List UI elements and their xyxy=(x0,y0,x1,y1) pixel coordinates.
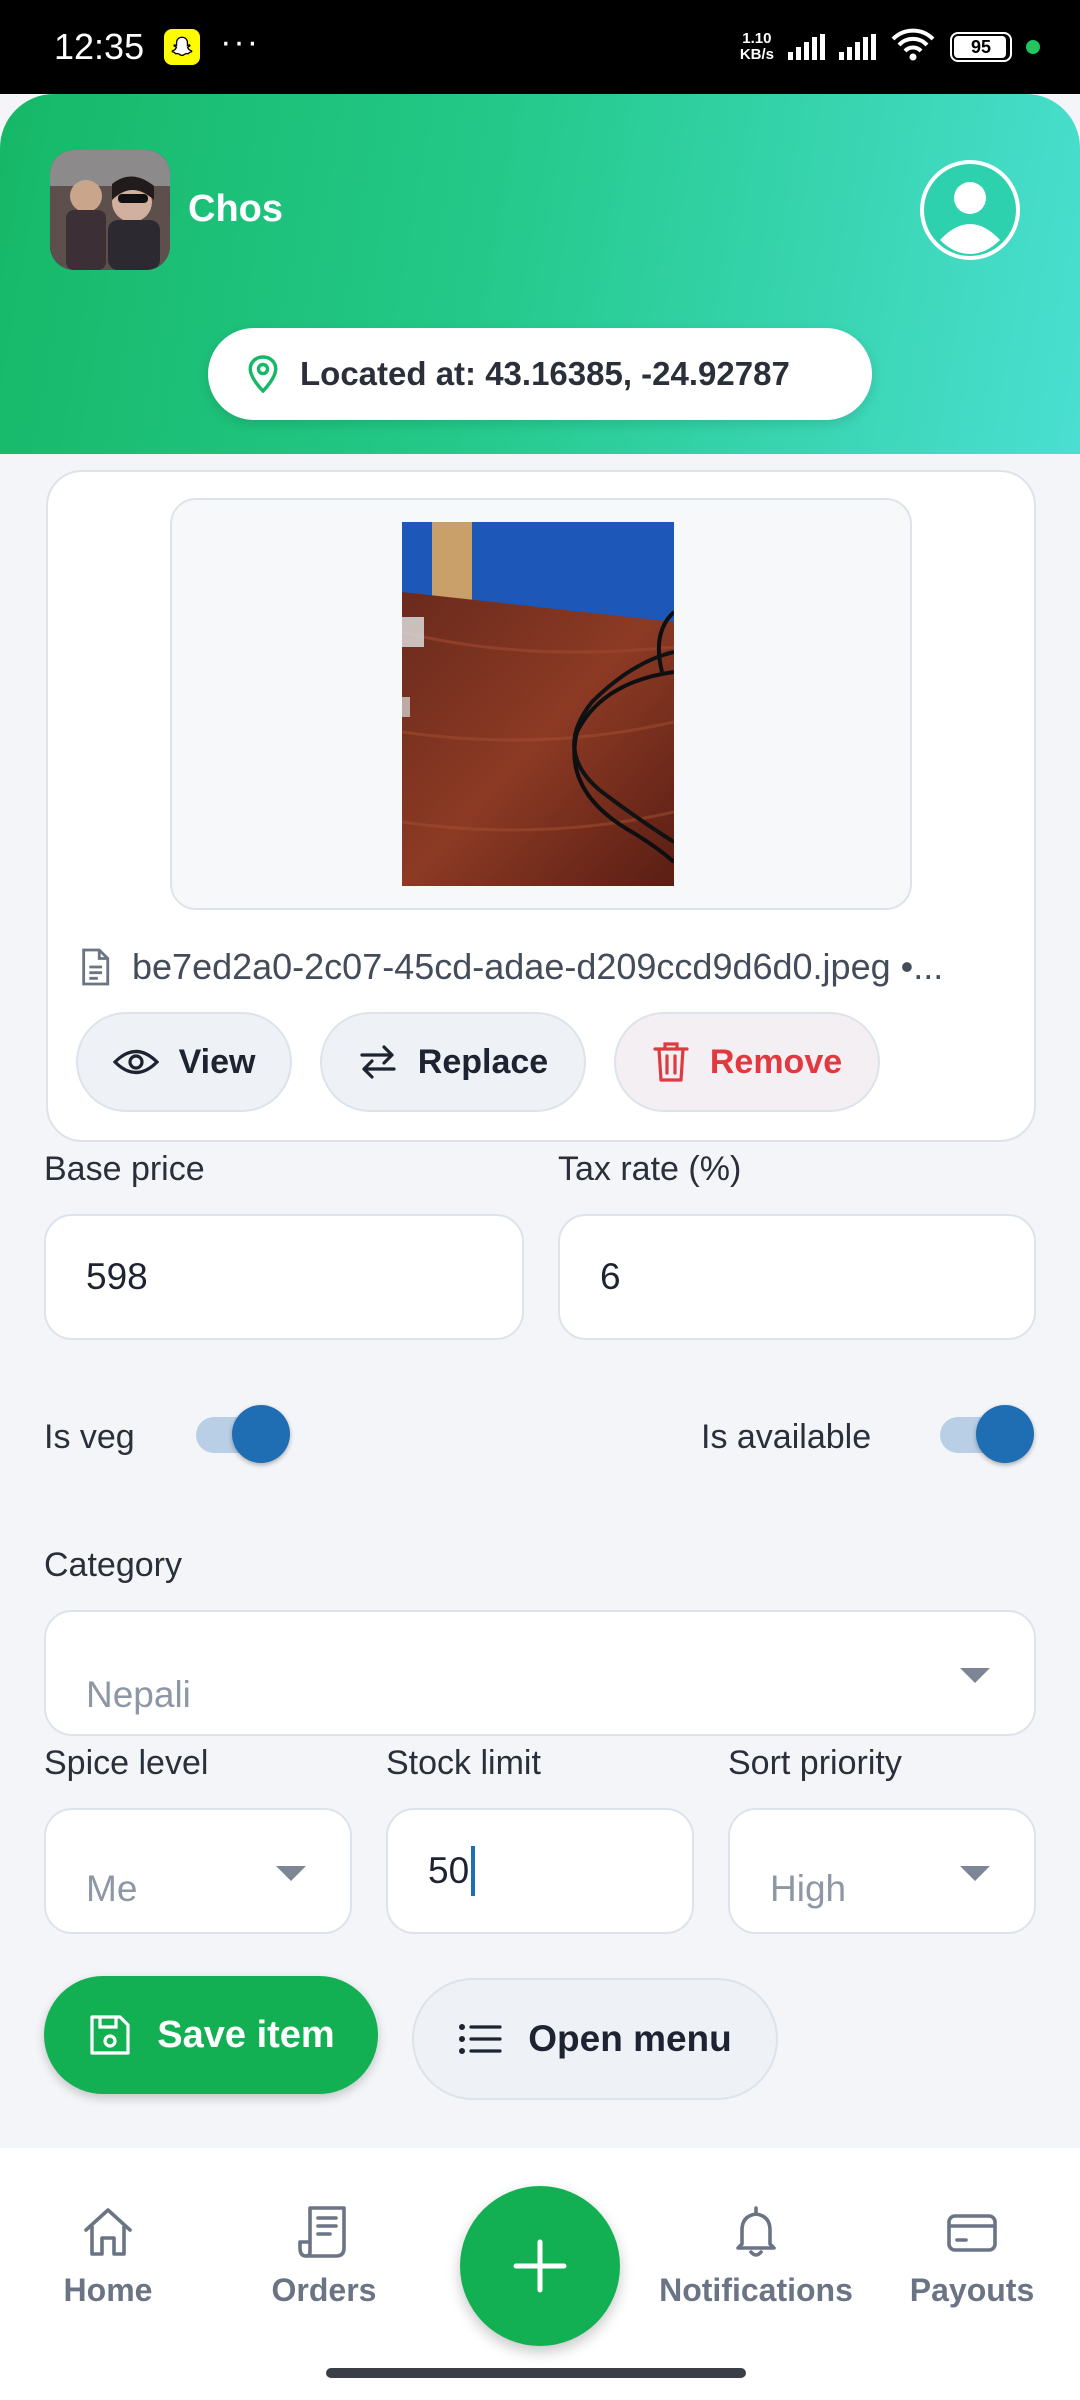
base-price-input[interactable]: 598 xyxy=(44,1214,524,1340)
item-photo[interactable] xyxy=(402,522,674,886)
location-pill[interactable]: Located at: 43.16385, -24.92787 xyxy=(208,328,872,420)
nav-payouts[interactable]: Payouts xyxy=(872,2204,1072,2309)
spice-level-label: Spice level xyxy=(44,1744,209,1782)
is-available-label: Is available xyxy=(701,1418,872,1456)
chevron-down-icon xyxy=(960,1668,990,1683)
file-name: be7ed2a0-2c07-45cd-adae-d209ccd9d6d0.jpe… xyxy=(132,946,944,987)
base-price-label: Base price xyxy=(44,1150,205,1188)
location-text: Located at: 43.16385, -24.92787 xyxy=(300,355,790,392)
image-preview-frame xyxy=(170,498,912,910)
is-available-toggle-knob xyxy=(976,1405,1034,1463)
category-value: Nepali xyxy=(86,1674,191,1715)
is-veg-label: Is veg xyxy=(44,1418,135,1456)
is-veg-toggle[interactable] xyxy=(196,1405,290,1465)
replace-button[interactable]: Replace xyxy=(320,1012,586,1112)
sort-priority-value: High xyxy=(770,1868,847,1909)
remove-button-label: Remove xyxy=(709,1042,843,1081)
home-icon xyxy=(84,2208,132,2256)
home-indicator[interactable] xyxy=(326,2368,746,2378)
nav-orders[interactable]: Orders xyxy=(224,2204,424,2309)
signal-icon xyxy=(788,34,825,60)
text-cursor xyxy=(471,1846,476,1896)
is-veg-toggle-knob xyxy=(232,1405,290,1463)
category-dropdown[interactable]: Nepali xyxy=(44,1610,1036,1736)
signal-icon xyxy=(839,34,876,60)
network-speed-unit: KB/s xyxy=(739,46,774,63)
app-header: Chos Located at: 43.16385, -24.92787 xyxy=(0,94,1080,454)
more-notifications-icon: ··· xyxy=(220,22,261,61)
open-menu-label: Open menu xyxy=(528,2018,732,2059)
card-icon xyxy=(947,2214,997,2252)
stock-limit-label: Stock limit xyxy=(386,1744,541,1782)
nav-notifications-label: Notifications xyxy=(659,2272,853,2308)
network-speed: 1.10 KB/s xyxy=(740,31,774,63)
file-icon xyxy=(82,948,110,986)
tax-rate-label: Tax rate (%) xyxy=(558,1150,742,1188)
save-icon xyxy=(90,2015,130,2055)
nav-home-label: Home xyxy=(63,2272,153,2308)
replace-button-label: Replace xyxy=(417,1042,549,1081)
open-menu-button[interactable]: Open menu xyxy=(412,1978,778,2100)
nav-orders-label: Orders xyxy=(271,2272,377,2308)
spice-level-value: Me xyxy=(86,1868,138,1909)
sort-priority-label: Sort priority xyxy=(728,1744,902,1782)
status-time: 12:35 xyxy=(54,26,145,67)
chevron-down-icon xyxy=(960,1866,990,1881)
base-price-value: 598 xyxy=(86,1256,148,1297)
category-label: Category xyxy=(44,1546,182,1584)
nav-payouts-label: Payouts xyxy=(909,2272,1035,2308)
nav-home[interactable]: Home xyxy=(8,2204,208,2309)
bottom-navigation: Home Orders Notifications Payouts xyxy=(0,2148,1080,2400)
chevron-down-icon xyxy=(276,1866,306,1881)
file-info-row: be7ed2a0-2c07-45cd-adae-d209ccd9d6d0.jpe… xyxy=(78,942,1008,992)
bell-icon xyxy=(736,2206,776,2257)
plus-icon xyxy=(513,2239,567,2293)
tax-rate-value: 6 xyxy=(600,1256,621,1297)
is-available-toggle[interactable] xyxy=(940,1405,1034,1465)
receipt-icon xyxy=(298,2206,346,2258)
wifi-icon xyxy=(890,28,936,67)
spice-level-dropdown[interactable]: Me xyxy=(44,1808,352,1934)
save-item-label: Save item xyxy=(157,2013,335,2056)
status-bar: 12:35 ··· 1.10 KB/s 95 xyxy=(0,0,1080,94)
swap-icon xyxy=(360,1045,396,1079)
nav-notifications[interactable]: Notifications xyxy=(656,2204,856,2309)
list-icon xyxy=(459,2024,502,2054)
profile-button[interactable] xyxy=(920,160,1020,260)
map-pin-icon xyxy=(248,355,278,394)
network-speed-value: 1.10 xyxy=(742,30,772,47)
battery-level: 95 xyxy=(970,36,992,57)
add-item-fab[interactable] xyxy=(460,2186,620,2346)
view-button[interactable]: View xyxy=(76,1012,292,1112)
user-icon xyxy=(924,164,1016,256)
trash-icon xyxy=(653,1042,689,1082)
image-upload-card: be7ed2a0-2c07-45cd-adae-d209ccd9d6d0.jpe… xyxy=(46,470,1036,1142)
sort-priority-dropdown[interactable]: High xyxy=(728,1808,1036,1934)
tax-rate-input[interactable]: 6 xyxy=(558,1214,1036,1340)
save-item-button[interactable]: Save item xyxy=(44,1976,378,2094)
stock-limit-value: 50 xyxy=(428,1850,470,1891)
user-name: Chos xyxy=(188,188,283,230)
remove-button[interactable]: Remove xyxy=(614,1012,880,1112)
view-button-label: View xyxy=(178,1042,256,1081)
privacy-indicator-icon xyxy=(1026,40,1040,54)
battery-icon: 95 xyxy=(950,32,1012,62)
stock-limit-input[interactable]: 50 xyxy=(386,1808,694,1934)
snapchat-icon xyxy=(164,29,201,65)
avatar[interactable] xyxy=(50,150,170,270)
eye-icon xyxy=(112,1049,159,1075)
